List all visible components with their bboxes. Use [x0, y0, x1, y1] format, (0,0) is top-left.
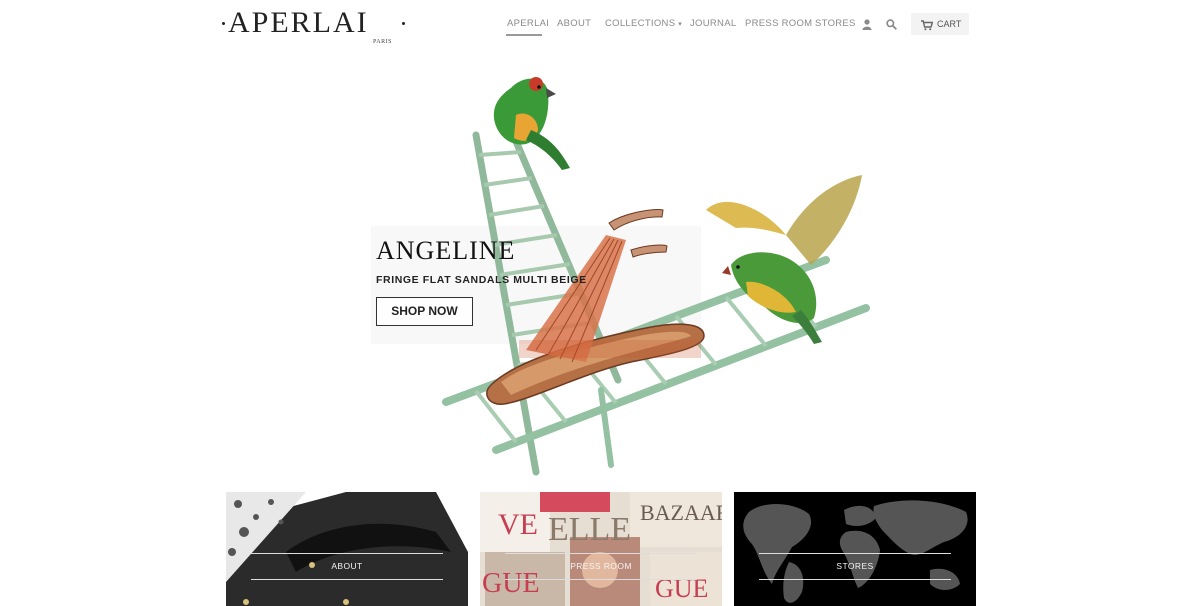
tile-about-label: ABOUT: [331, 561, 363, 571]
nav-active-indicator: [506, 34, 542, 36]
account-icon[interactable]: [862, 17, 872, 35]
nav-item-aperlai[interactable]: APERLAI: [507, 18, 549, 29]
tile-stores-label: STORES: [836, 561, 874, 571]
tile-rule-bottom: [251, 579, 443, 580]
tile-stores[interactable]: STORES: [734, 492, 976, 606]
hero-banner[interactable]: ANGELINE FRINGE FLAT SANDALS MULTI BEIGE…: [226, 60, 976, 480]
nav-item-about[interactable]: ABOUT: [557, 18, 591, 29]
press-tile-image: VE BAZAAR ELLE GUE GUE: [480, 492, 722, 606]
cart-button[interactable]: CART: [911, 13, 969, 35]
about-tile-image: [226, 492, 468, 606]
tile-rule-top: [759, 553, 951, 554]
cart-label: CART: [937, 19, 962, 29]
logo-dot-left: [222, 22, 225, 25]
tile-rule-bottom: [759, 579, 951, 580]
tile-rule-top: [505, 553, 697, 554]
svg-text:ELLE: ELLE: [548, 511, 631, 548]
svg-text:GUE: GUE: [482, 568, 540, 599]
tile-about[interactable]: ABOUT: [226, 492, 468, 606]
svg-text:BAZAAR: BAZAAR: [640, 500, 722, 525]
logo-dot-right: [402, 22, 405, 25]
cart-icon: [921, 18, 934, 36]
nav-item-press-room[interactable]: PRESS ROOM: [745, 18, 812, 29]
parrot-top: [493, 77, 570, 170]
search-icon[interactable]: [886, 17, 897, 35]
hero-subtitle: FRINGE FLAT SANDALS MULTI BEIGE: [376, 274, 587, 286]
hero-illustration: [371, 77, 870, 476]
brand-name: APERLAI: [228, 6, 369, 39]
site-header: APERLAI PARIS APERLAI ABOUT COLLECTIONS …: [0, 0, 1200, 48]
tile-press-room-label: PRESS ROOM: [570, 561, 632, 571]
tile-press-room[interactable]: VE BAZAAR ELLE GUE GUE PRESS ROOM: [480, 492, 722, 606]
brand-logo[interactable]: APERLAI PARIS: [222, 6, 408, 45]
nav-item-collections[interactable]: COLLECTIONS ▾: [605, 18, 682, 29]
svg-text:VE: VE: [498, 508, 538, 541]
nav-item-collections-label: COLLECTIONS: [605, 18, 676, 29]
nav-item-journal[interactable]: JOURNAL: [690, 18, 736, 29]
brand-sub: PARIS: [373, 39, 392, 45]
tile-rule-top: [251, 553, 443, 554]
hero-title: ANGELINE: [376, 236, 516, 265]
shop-now-button[interactable]: SHOP NOW: [376, 297, 473, 326]
chevron-down-icon: ▾: [678, 21, 683, 28]
nav-item-stores[interactable]: STORES: [815, 18, 856, 29]
world-map-image: [734, 492, 976, 606]
tile-rule-bottom: [505, 579, 697, 580]
